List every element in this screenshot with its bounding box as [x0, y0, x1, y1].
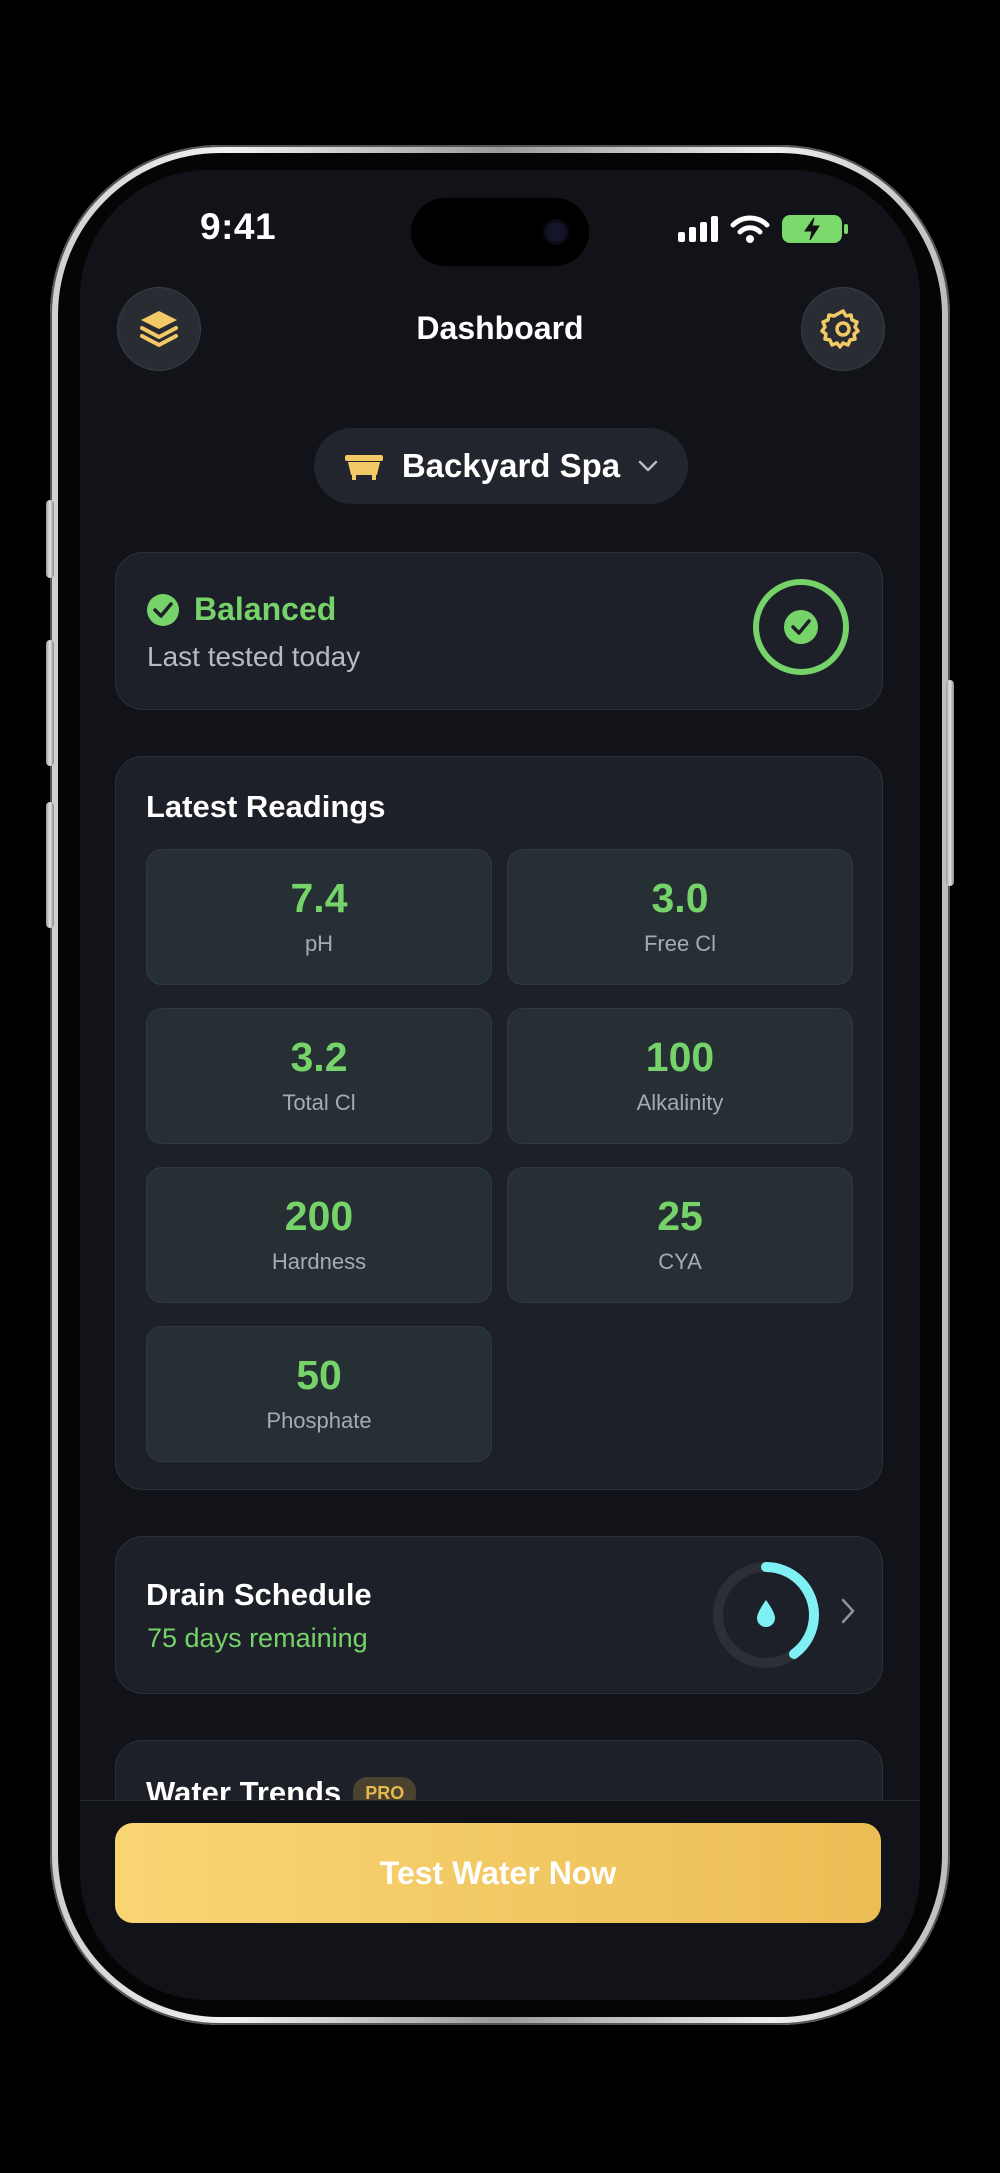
reading-value: 100: [645, 1033, 715, 1080]
status-indicators: [678, 214, 848, 244]
reading-label: pH: [304, 930, 334, 956]
last-tested-text: Last tested today: [147, 641, 361, 672]
reading-phosphate[interactable]: 50 Phosphate: [146, 1326, 492, 1462]
volume-down-button: [46, 802, 54, 928]
reading-label: CYA: [658, 1248, 702, 1274]
reading-cya[interactable]: 25 CYA: [507, 1167, 853, 1303]
chevron-down-icon: [638, 460, 658, 472]
page-title: Dashboard: [416, 310, 584, 346]
water-status-card[interactable]: Balanced Last tested today: [115, 552, 883, 710]
chevron-right-icon: [841, 1598, 855, 1624]
check-circle-icon: [147, 593, 179, 626]
reading-value: 3.2: [290, 1033, 348, 1080]
reading-alkalinity[interactable]: 100 Alkalinity: [507, 1008, 853, 1144]
drain-progress-ring: [713, 1562, 819, 1668]
reading-label: Total Cl: [282, 1089, 356, 1115]
reading-ph[interactable]: 7.4 pH: [146, 849, 492, 985]
reading-label: Phosphate: [266, 1407, 372, 1433]
drain-title: Drain Schedule: [146, 1577, 372, 1612]
spa-selector[interactable]: Backyard Spa: [314, 428, 688, 504]
drain-schedule-card[interactable]: Drain Schedule 75 days remaining: [115, 1536, 883, 1694]
spa-selector-label: Backyard Spa: [401, 447, 621, 484]
status-ring: [753, 579, 849, 675]
status-time: 9:41: [200, 206, 277, 247]
latest-readings-card: Latest Readings 7.4 pH 3.0 Free Cl 3.2 T…: [115, 756, 883, 1490]
wifi-icon: [730, 215, 770, 243]
app-screen: 9:41 Dashboard Backyard Spa Balanced Las…: [80, 170, 920, 2000]
reading-value: 50: [296, 1351, 342, 1398]
reading-value: 3.0: [651, 874, 709, 921]
reading-value: 25: [657, 1192, 703, 1239]
reading-label: Alkalinity: [636, 1089, 724, 1115]
readings-title: Latest Readings: [146, 789, 386, 824]
reading-label: Hardness: [271, 1248, 367, 1274]
water-drop-icon: [757, 1600, 775, 1627]
reading-hardness[interactable]: 200 Hardness: [146, 1167, 492, 1303]
settings-button[interactable]: [801, 287, 885, 371]
status-row: Balanced: [146, 591, 336, 628]
volume-up-button: [46, 640, 54, 766]
test-water-now-button[interactable]: Test Water Now: [115, 1823, 881, 1923]
reading-label: Free Cl: [643, 930, 717, 956]
check-circle-icon: [784, 610, 818, 644]
cellular-signal-icon: [678, 216, 718, 242]
reading-total-cl[interactable]: 3.2 Total Cl: [146, 1008, 492, 1144]
bathtub-icon: [344, 455, 383, 480]
reading-value: 7.4: [290, 874, 348, 921]
dynamic-island: [411, 198, 589, 266]
battery-charging-icon: [782, 215, 848, 243]
action-button: [46, 500, 54, 578]
status-label: Balanced: [194, 591, 337, 627]
drain-days-remaining: 75 days remaining: [147, 1623, 368, 1653]
power-button: [946, 680, 954, 886]
camera-icon: [546, 222, 566, 242]
gear-icon: [820, 309, 860, 349]
reading-free-cl[interactable]: 3.0 Free Cl: [507, 849, 853, 985]
reading-value: 200: [284, 1192, 354, 1239]
